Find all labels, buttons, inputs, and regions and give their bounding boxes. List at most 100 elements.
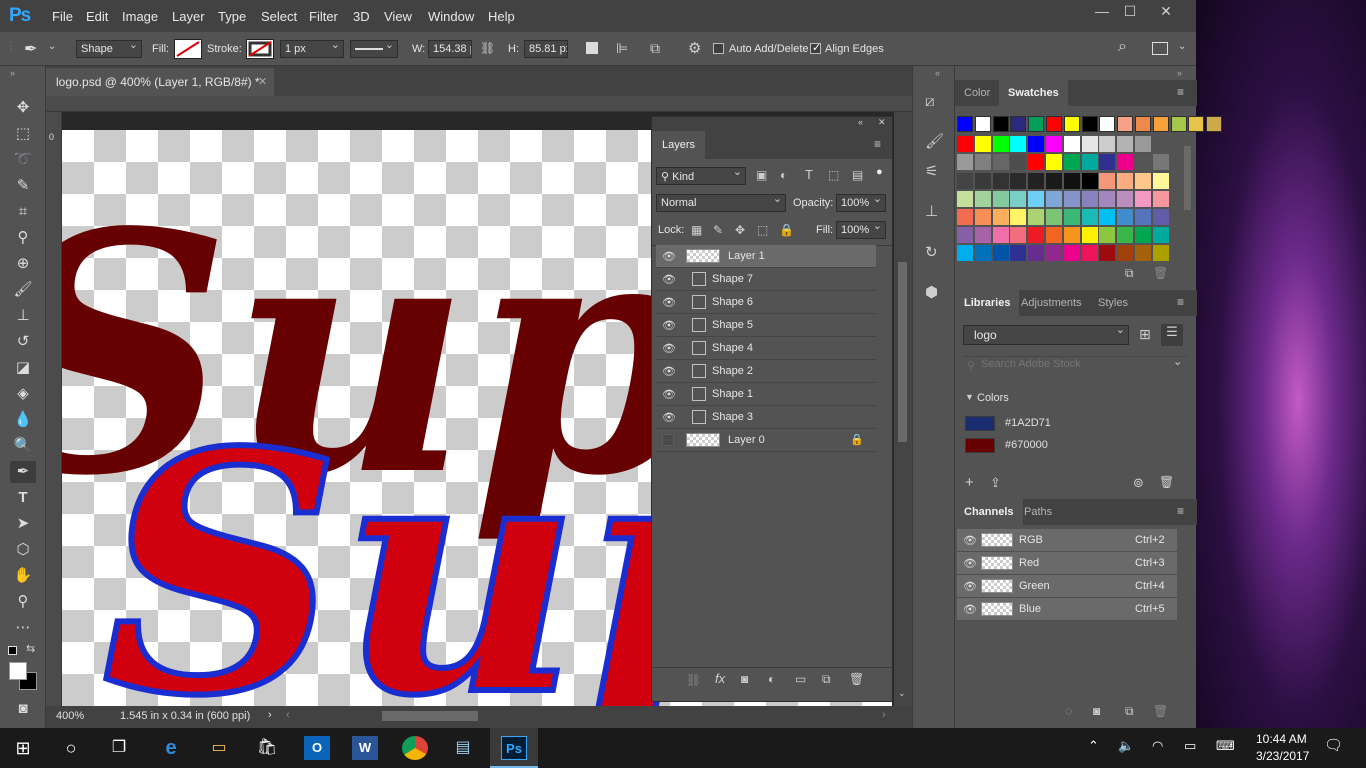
tab-channels[interactable]: Channels [955, 499, 1023, 525]
battery-icon[interactable]: ▭ [1184, 738, 1196, 754]
color-swatch[interactable] [1206, 116, 1223, 132]
save-selection-icon[interactable]: ◙ [1093, 704, 1100, 718]
visibility-eye-icon[interactable]: 👁 [963, 557, 977, 570]
color-swatch[interactable] [1028, 116, 1045, 132]
layer-filter-select[interactable]: ⚲ Kind [656, 165, 746, 185]
path-selection-tool-icon[interactable]: ➤ [10, 513, 36, 535]
path-arrangement-icon[interactable]: ⧉ [650, 40, 660, 57]
lock-transparent-icon[interactable]: ▦ [691, 223, 702, 237]
color-swatch[interactable] [957, 209, 973, 225]
new-channel-icon[interactable]: ⧉ [1125, 704, 1134, 719]
path-alignment-icon[interactable]: ⊫ [616, 40, 628, 57]
menu-layer[interactable]: Layer [172, 9, 205, 24]
workspace-icon[interactable] [1152, 42, 1168, 55]
collapse-panel-icon[interactable]: « [858, 117, 863, 127]
menu-view[interactable]: View [384, 9, 412, 24]
close-button[interactable]: ✕ [1148, 3, 1184, 21]
chevron-up-icon[interactable]: ⌃ [1088, 738, 1099, 754]
color-swatch[interactable] [1081, 172, 1098, 189]
new-group-icon[interactable]: ▭ [795, 672, 806, 686]
color-swatch[interactable] [1028, 227, 1045, 244]
healing-brush-tool-icon[interactable]: ⊕ [10, 253, 36, 275]
hand-tool-icon[interactable]: ✋ [10, 565, 36, 587]
color-swatch[interactable] [1117, 154, 1134, 171]
opacity-field[interactable]: 100% [836, 192, 886, 212]
color-swatch[interactable] [1063, 227, 1080, 244]
lock-pixels-icon[interactable]: ✎ [713, 223, 723, 237]
collapse-icon[interactable]: » [10, 68, 15, 78]
color-swatch[interactable] [1135, 154, 1151, 171]
color-swatch[interactable] [957, 154, 973, 171]
filter-toggle-icon[interactable]: ● [876, 166, 883, 178]
paint-bucket-tool-icon[interactable]: ◈ [10, 383, 36, 405]
adjustment-filter-icon[interactable]: ◐ [780, 168, 787, 182]
delete-channel-icon[interactable]: 🗑 [1153, 704, 1168, 718]
color-swatch[interactable] [974, 245, 991, 262]
chrome-icon[interactable] [402, 736, 428, 760]
history-panel-icon[interactable]: ⧄ [925, 93, 935, 110]
color-swatch[interactable] [1028, 209, 1045, 225]
grid-view-icon[interactable]: ⊞ [1139, 326, 1151, 343]
creative-cloud-icon[interactable]: ⊚ [1133, 475, 1144, 491]
delete-icon[interactable]: 🗑 [1159, 475, 1174, 489]
outlook-icon[interactable]: O [304, 736, 330, 760]
swap-colors-icon[interactable]: ⇆ [26, 642, 35, 655]
color-swatch[interactable] [974, 116, 991, 132]
clone-stamp-tool-icon[interactable]: ⊥ [10, 305, 36, 327]
link-icon[interactable]: ⛓ [480, 41, 495, 55]
color-swatch[interactable] [1010, 136, 1027, 153]
color-swatch[interactable] [1188, 116, 1205, 132]
color-swatch[interactable] [1010, 172, 1027, 189]
menu-image[interactable]: Image [122, 9, 158, 24]
chevron-right-icon[interactable]: › [268, 709, 272, 721]
color-swatch[interactable] [1099, 172, 1116, 189]
blend-mode-select[interactable]: Normal [656, 192, 786, 212]
color-swatch[interactable] [1046, 190, 1062, 207]
color-swatch[interactable] [1135, 227, 1151, 244]
stroke-width-field[interactable]: 1 px [280, 38, 344, 58]
color-swatch[interactable] [1028, 172, 1045, 189]
color-swatch[interactable] [1117, 172, 1134, 189]
visibility-eye-icon[interactable]: 👁 [662, 388, 676, 401]
layer-row[interactable]: 👁 Shape 4 [656, 337, 876, 360]
color-swatch[interactable] [957, 116, 973, 132]
color-swatch[interactable] [1152, 227, 1169, 244]
color-swatch[interactable] [974, 154, 991, 171]
library-color-swatch[interactable] [965, 416, 995, 431]
file-explorer-icon[interactable]: ▭ [206, 736, 232, 760]
visibility-eye-icon[interactable]: 👁 [662, 250, 676, 263]
layer-row[interactable]: 👁 Shape 5 [656, 314, 876, 337]
quick-select-tool-icon[interactable]: ✎ [10, 175, 36, 197]
panel-menu-icon[interactable]: ≡ [1177, 85, 1184, 99]
colors-section-label[interactable]: Colors [977, 392, 1009, 404]
vertical-scrollbar[interactable]: ⌄ [894, 112, 912, 706]
marquee-tool-icon[interactable]: ⬚ [10, 123, 36, 145]
add-content-icon[interactable]: + [965, 474, 974, 491]
panel-menu-icon[interactable]: ≡ [1177, 504, 1184, 518]
fx-icon[interactable]: fx [715, 671, 725, 686]
layer-row[interactable]: 👁 Shape 6 [656, 291, 876, 314]
color-swatch[interactable] [1046, 116, 1062, 132]
brush-settings-icon[interactable]: ⚟ [925, 162, 938, 180]
upload-icon[interactable]: ⇪ [990, 475, 1001, 491]
layer-row[interactable]: 👁 Shape 2 [656, 360, 876, 383]
shape-filter-icon[interactable]: ⬚ [828, 168, 839, 182]
load-selection-icon[interactable]: ◌ [1065, 704, 1072, 718]
scanner-icon[interactable]: ▤ [450, 736, 476, 760]
tab-paths[interactable]: Paths [1015, 499, 1061, 525]
delete-swatch-icon[interactable]: 🗑 [1153, 266, 1168, 280]
swatches-scroll-thumb[interactable] [1184, 146, 1191, 210]
menu-window[interactable]: Window [428, 9, 474, 24]
layer-row[interactable]: 👁 Layer 1 [656, 245, 876, 268]
color-swatch[interactable] [1046, 209, 1062, 225]
color-swatch[interactable] [1135, 209, 1151, 225]
word-icon[interactable]: W [352, 736, 378, 760]
dodge-tool-icon[interactable]: 🔍 [10, 435, 36, 457]
chevron-down-icon[interactable]: ⌄ [1178, 41, 1186, 52]
color-swatch[interactable] [1063, 136, 1080, 153]
lasso-tool-icon[interactable]: ➰ [10, 149, 36, 171]
stroke-swatch[interactable] [246, 39, 274, 59]
actions-panel-icon[interactable]: ↻ [925, 243, 938, 261]
color-swatch[interactable] [1117, 136, 1134, 153]
library-color-label[interactable]: #1A2D71 [1005, 417, 1051, 429]
